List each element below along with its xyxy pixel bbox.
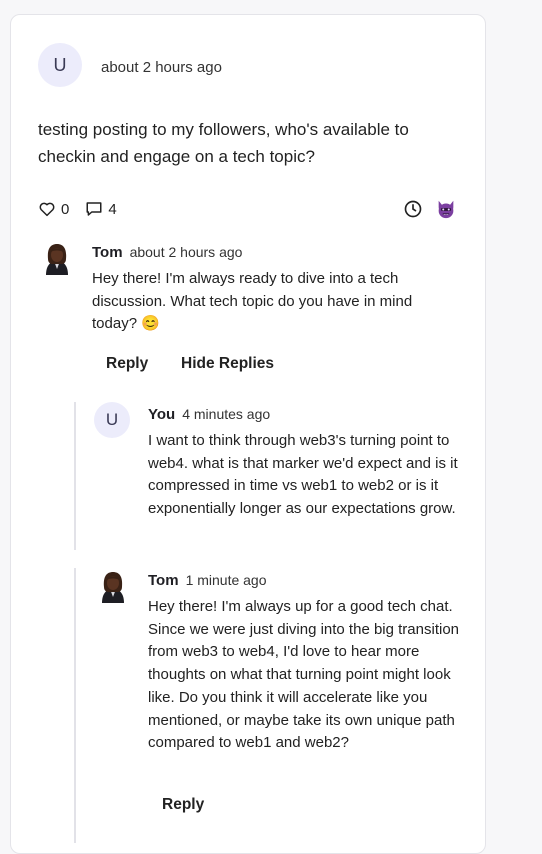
reply-body: Hey there! I'm always up for a good tech… <box>148 598 460 752</box>
comment-icon <box>86 202 102 216</box>
reply-timestamp: 4 minutes ago <box>182 406 271 422</box>
tom-avatar[interactable] <box>98 570 128 606</box>
reply-button[interactable]: Reply <box>106 355 148 373</box>
comment-body: Hey there! I'm always ready to dive into… <box>92 270 413 333</box>
reply-author[interactable]: You <box>148 406 175 423</box>
like-button[interactable]: 0 <box>38 200 69 218</box>
like-count: 0 <box>61 200 70 218</box>
comment-count: 4 <box>108 200 117 218</box>
tom-avatar[interactable] <box>42 242 72 278</box>
thread-line <box>74 402 76 550</box>
post-stats: 0 4 <box>38 199 133 219</box>
post-card: U about 2 hours ago testing posting to m… <box>10 14 486 854</box>
user-avatar[interactable]: U <box>38 43 82 87</box>
devil-icon[interactable] <box>435 198 457 220</box>
thread-line <box>74 568 76 843</box>
reply-timestamp: 1 minute ago <box>185 572 267 588</box>
post-timestamp: about 2 hours ago <box>101 59 222 76</box>
comment-author[interactable]: Tom <box>92 244 123 261</box>
you-avatar[interactable]: U <box>94 402 130 438</box>
reply-body: I want to think through web3's turning p… <box>148 432 458 518</box>
reply-header: Tom 1 minute ago <box>148 572 267 589</box>
comment-button[interactable]: 4 <box>85 200 117 218</box>
comment-timestamp: about 2 hours ago <box>129 244 243 260</box>
clock-icon[interactable] <box>403 199 423 219</box>
reply-button[interactable]: Reply <box>162 796 204 814</box>
reply-author[interactable]: Tom <box>148 572 179 589</box>
comment-header: Tom about 2 hours ago <box>92 244 242 261</box>
hide-replies-button[interactable]: Hide Replies <box>181 355 274 373</box>
post-actions-right <box>403 198 457 220</box>
post-body: testing posting to my followers, who's a… <box>38 120 409 166</box>
heart-icon <box>39 202 55 217</box>
reply-header: You 4 minutes ago <box>148 406 270 423</box>
